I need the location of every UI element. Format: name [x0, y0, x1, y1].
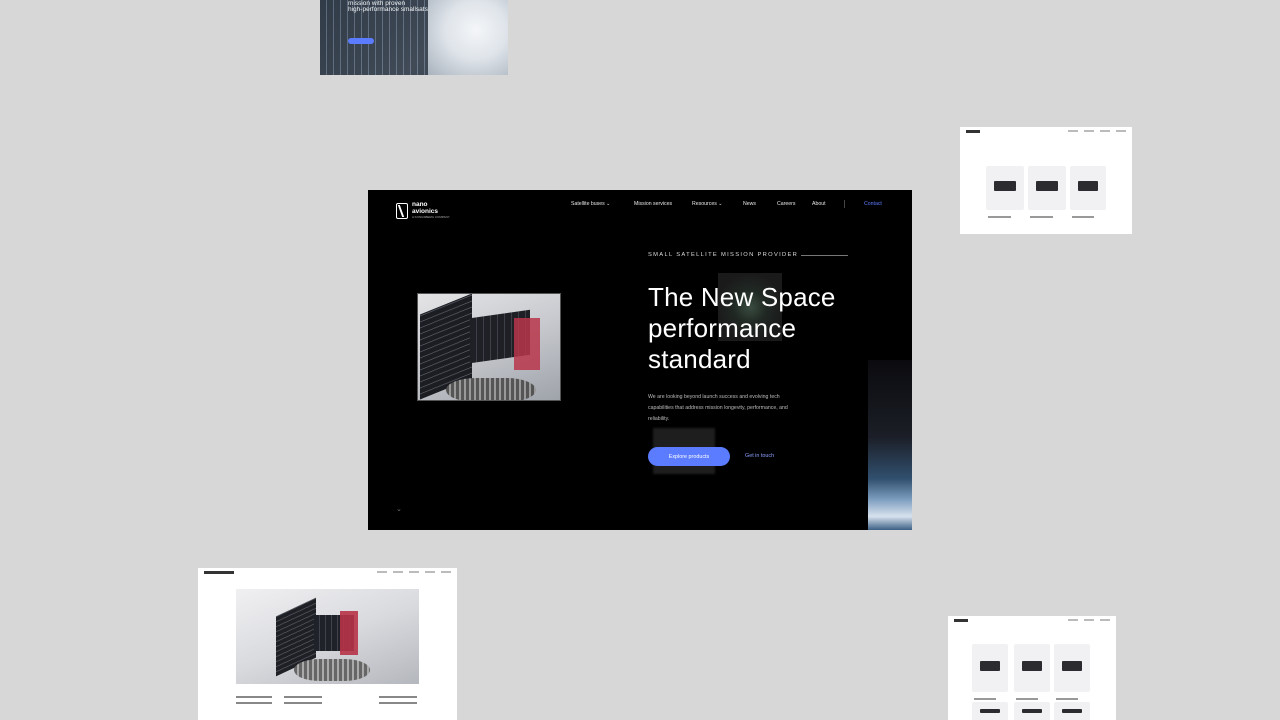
engineer-image: [428, 0, 508, 75]
satellite-image: [1036, 181, 1058, 192]
product-card: [1014, 702, 1050, 720]
hero-eyebrow: SMALL SATELLITE MISSION PROVIDER: [648, 252, 799, 258]
product-card: [972, 702, 1008, 720]
thumb-nav-link: [1068, 130, 1078, 132]
nav-careers[interactable]: Careers: [777, 201, 812, 207]
product-card: [1070, 166, 1106, 218]
card-caption: [1072, 216, 1094, 218]
thumb-text-line: [379, 702, 417, 704]
satellite-base: [294, 659, 370, 681]
thumb-nav-link: [441, 571, 451, 573]
nav-resources[interactable]: Resources ⌄: [692, 201, 743, 207]
thumb-nav: [960, 127, 1132, 135]
satellite-image: [1061, 709, 1083, 714]
logo-icon: [396, 202, 408, 219]
product-card: [1028, 166, 1066, 218]
eyebrow-line: [801, 255, 848, 256]
thumb-nav: [948, 616, 1116, 624]
earth-image: [868, 360, 912, 530]
thumb-text-line: [379, 696, 417, 698]
hero-description: We are looking beyond launch success and…: [648, 394, 788, 422]
product-grid-thumbnail-bottom: [948, 616, 1116, 720]
thumb-nav-link: [425, 571, 435, 573]
thumb-heading-line-2: high-performance smallsats: [348, 6, 428, 13]
thumb-nav-link: [393, 571, 403, 573]
card-caption: [1030, 216, 1054, 218]
nav-mission-services[interactable]: Mission services: [634, 201, 692, 207]
thumb-logo: [966, 129, 980, 133]
product-grid-thumbnail-top: [960, 127, 1132, 234]
product-card: [986, 166, 1024, 218]
thumb-nav-link: [1084, 130, 1094, 132]
card-caption: [1016, 698, 1038, 700]
thumb-cta-button: [348, 38, 374, 44]
product-card: [1014, 644, 1050, 700]
satellite-base: [446, 378, 536, 400]
thumb-nav-link: [409, 571, 419, 573]
logo-subtitle: A KONGSBERG COMPANY: [412, 215, 450, 219]
red-bracket: [340, 611, 358, 655]
thumb-text-line: [284, 696, 322, 698]
hero-screen: nano avionics A KONGSBERG COMPANY Satell…: [368, 190, 912, 530]
product-card: [972, 644, 1008, 700]
nav-about[interactable]: About: [812, 201, 826, 207]
thumb-logo: [954, 618, 968, 622]
nav-news[interactable]: News: [743, 201, 777, 207]
satellite-image: [979, 660, 1001, 672]
get-in-touch-link[interactable]: Get in touch: [745, 453, 774, 459]
thumb-nav-link: [1100, 130, 1110, 132]
red-bracket: [514, 318, 540, 370]
card-caption: [974, 698, 996, 700]
thumb-text-line: [236, 702, 272, 704]
clean-room-thumbnail: mission with proven high-performance sma…: [320, 0, 508, 75]
nav-divider: [844, 200, 845, 208]
nav-satellite-buses[interactable]: Satellite buses ⌄: [571, 201, 634, 207]
thumb-text-line: [284, 702, 322, 704]
brand-logo[interactable]: nano avionics A KONGSBERG COMPANY: [396, 201, 450, 219]
satellite-photo: [417, 293, 561, 401]
thumb-logo: [204, 570, 234, 574]
explore-products-button[interactable]: Explore products: [648, 447, 730, 466]
thumb-nav-link: [377, 571, 387, 573]
satellite-photo: [236, 589, 419, 684]
satellite-image: [994, 181, 1016, 192]
hero-title: The New Space performance standard: [648, 282, 836, 374]
satellite-image: [1021, 660, 1043, 672]
card-caption: [988, 216, 1012, 218]
thumb-nav-link: [1100, 619, 1110, 621]
product-card: [1054, 644, 1090, 700]
satellite-image: [1061, 660, 1083, 672]
product-card: [1054, 702, 1090, 720]
thumb-nav-link: [1116, 130, 1126, 132]
thumb-nav-link: [1084, 619, 1094, 621]
thumb-text-line: [236, 696, 272, 698]
main-nav: Satellite buses ⌄ Mission services Resou…: [571, 201, 826, 207]
contact-link[interactable]: Contact: [864, 201, 882, 207]
thumb-nav: [198, 568, 457, 576]
satellite-image: [1077, 181, 1099, 192]
card-caption: [1056, 698, 1078, 700]
satellite-image: [1021, 709, 1043, 714]
thumb-nav-link: [1068, 619, 1078, 621]
page-thumbnail-bottom-left: [198, 568, 457, 720]
satellite-image: [979, 709, 1001, 714]
chevron-down-icon[interactable]: ⌄: [396, 505, 402, 513]
